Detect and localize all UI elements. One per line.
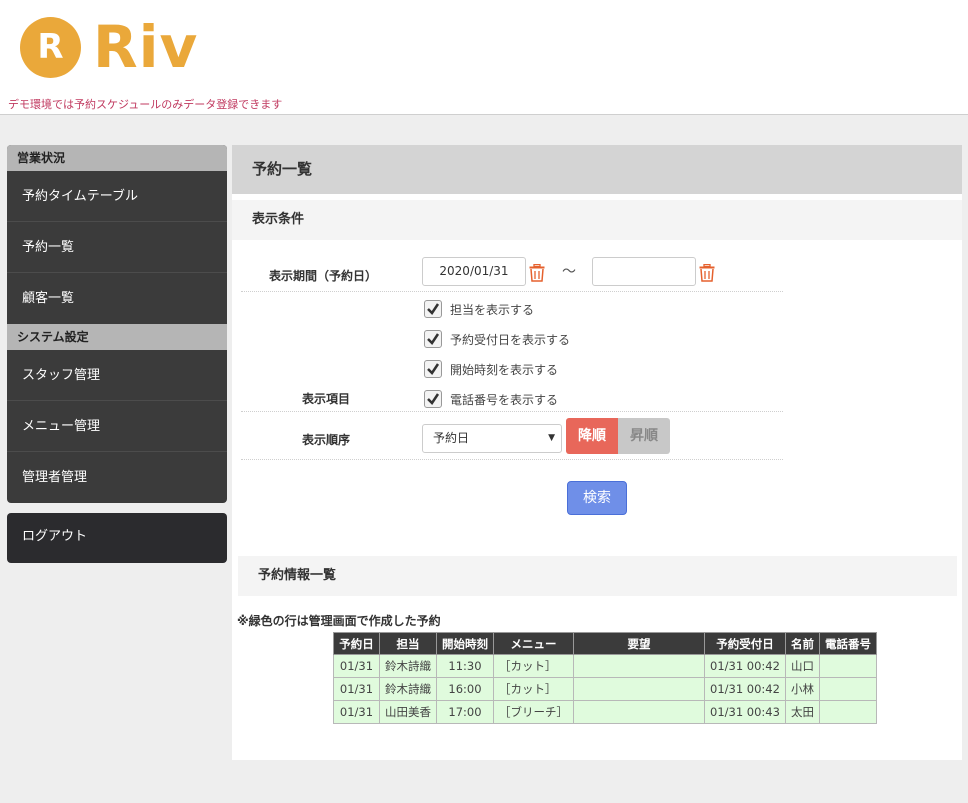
cell-phone: [818, 700, 877, 724]
reservation-list-heading: 予約情報一覧: [238, 556, 957, 596]
checkbox-label: 開始時刻を表示する: [450, 362, 559, 377]
checkbox-box[interactable]: [424, 360, 442, 378]
cell-start-time: 17:00: [436, 700, 494, 724]
date-to-input[interactable]: [592, 257, 696, 286]
logo-mark: R: [20, 16, 81, 78]
sidebar: 営業状況 予約タイムテーブル 予約一覧 顧客一覧 システム設定 スタッフ管理 メ…: [7, 145, 227, 563]
cell-staff: 鈴木詩織: [379, 677, 437, 701]
main-panel: 予約一覧 表示条件 表示期間（予約日） 2020/01/31 ～ 担当を表示する…: [232, 145, 962, 760]
logo-text: Riv: [93, 13, 199, 81]
divider: [241, 411, 783, 412]
cell-name: 山口: [784, 654, 820, 678]
table-row[interactable]: 01/31 山田美香 17:00 ［ブリーチ］ 01/31 00:43 太田: [333, 700, 877, 724]
sidebar-item-customer-list[interactable]: 顧客一覧: [7, 273, 227, 324]
cell-date: 01/31: [333, 654, 380, 678]
checkbox-show-staff[interactable]: 担当を表示する: [424, 300, 534, 318]
cell-name: 太田: [784, 700, 820, 724]
date-from-input[interactable]: 2020/01/31: [422, 257, 526, 286]
sidebar-heading-system: システム設定: [7, 324, 227, 350]
cell-menu: ［カット］: [493, 677, 574, 701]
sidebar-item-staff[interactable]: スタッフ管理: [7, 350, 227, 401]
col-phone: 電話番号: [818, 632, 877, 655]
reservation-table: 予約日 担当 開始時刻 メニュー 要望 予約受付日 名前 電話番号 01/31 …: [333, 632, 877, 724]
cell-phone: [818, 654, 877, 678]
divider: [241, 291, 783, 292]
table-header-row: 予約日 担当 開始時刻 メニュー 要望 予約受付日 名前 電話番号: [333, 632, 877, 655]
logout-button[interactable]: ログアウト: [7, 513, 227, 563]
cell-received-date: 01/31 00:43: [704, 700, 786, 724]
cell-request: [573, 700, 705, 724]
cell-date: 01/31: [333, 700, 380, 724]
col-reservation-date: 予約日: [333, 632, 380, 655]
cell-staff: 山田美香: [379, 700, 437, 724]
riv-logo[interactable]: R Riv: [20, 16, 198, 78]
divider: [241, 459, 783, 460]
checkbox-show-received-date[interactable]: 予約受付日を表示する: [424, 330, 570, 348]
cell-phone: [818, 677, 877, 701]
col-name: 名前: [784, 632, 820, 655]
order-select[interactable]: 予約日 ▼: [422, 424, 562, 453]
cell-start-time: 11:30: [436, 654, 494, 678]
checkbox-box[interactable]: [424, 300, 442, 318]
dropdown-arrow-icon: ▼: [548, 433, 555, 443]
demo-note: デモ環境では予約スケジュールのみデータ登録できます: [8, 98, 283, 111]
checkmark-icon: [427, 363, 440, 375]
header: R Riv デモ環境では予約スケジュールのみデータ登録できます: [0, 0, 968, 115]
green-row-note: ※緑色の行は管理画面で作成した予約: [237, 614, 441, 628]
checkmark-icon: [427, 333, 440, 345]
checkbox-show-phone[interactable]: 電話番号を表示する: [424, 390, 558, 408]
sidebar-item-admin[interactable]: 管理者管理: [7, 452, 227, 503]
items-label: 表示項目: [302, 392, 351, 406]
clear-date-to-icon[interactable]: [699, 264, 715, 282]
search-button[interactable]: 検索: [567, 481, 627, 515]
col-start-time: 開始時刻: [436, 632, 494, 655]
cell-received-date: 01/31 00:42: [704, 654, 786, 678]
checkbox-box[interactable]: [424, 330, 442, 348]
page-title: 予約一覧: [232, 145, 962, 194]
cell-name: 小林: [784, 677, 820, 701]
checkbox-show-start-time[interactable]: 開始時刻を表示する: [424, 360, 558, 378]
sidebar-heading-operations: 営業状況: [7, 145, 227, 171]
col-request: 要望: [573, 632, 705, 655]
col-received-date: 予約受付日: [704, 632, 786, 655]
cell-received-date: 01/31 00:42: [704, 677, 786, 701]
cell-menu: ［ブリーチ］: [493, 700, 574, 724]
checkmark-icon: [427, 393, 440, 405]
range-separator: ～: [562, 264, 576, 280]
cell-menu: ［カット］: [493, 654, 574, 678]
checkbox-label: 予約受付日を表示する: [450, 332, 571, 347]
cell-staff: 鈴木詩織: [379, 654, 437, 678]
cell-start-time: 16:00: [436, 677, 494, 701]
logo-letter: R: [37, 27, 64, 67]
table-row[interactable]: 01/31 鈴木詩織 16:00 ［カット］ 01/31 00:42 小林: [333, 677, 877, 701]
conditions-heading: 表示条件: [232, 200, 962, 240]
sidebar-item-menu[interactable]: メニュー管理: [7, 401, 227, 452]
cell-request: [573, 677, 705, 701]
sidebar-item-reservation-list[interactable]: 予約一覧: [7, 222, 227, 273]
sidebar-item-reservation-timetable[interactable]: 予約タイムテーブル: [7, 171, 227, 222]
checkbox-label: 電話番号を表示する: [450, 392, 559, 407]
cell-request: [573, 654, 705, 678]
sort-asc-button[interactable]: 昇順: [618, 418, 670, 454]
sidebar-group-operations: 営業状況 予約タイムテーブル 予約一覧 顧客一覧 システム設定 スタッフ管理 メ…: [7, 145, 227, 503]
order-label: 表示順序: [302, 433, 351, 447]
col-menu: メニュー: [493, 632, 574, 655]
cell-date: 01/31: [333, 677, 380, 701]
order-select-value: 予約日: [433, 431, 470, 445]
checkmark-icon: [427, 303, 440, 315]
checkbox-label: 担当を表示する: [450, 302, 535, 317]
checkbox-box[interactable]: [424, 390, 442, 408]
clear-date-from-icon[interactable]: [529, 264, 545, 282]
sort-desc-button[interactable]: 降順: [566, 418, 618, 454]
col-staff: 担当: [379, 632, 437, 655]
table-row[interactable]: 01/31 鈴木詩織 11:30 ［カット］ 01/31 00:42 山口: [333, 654, 877, 678]
period-label: 表示期間（予約日）: [269, 269, 378, 283]
